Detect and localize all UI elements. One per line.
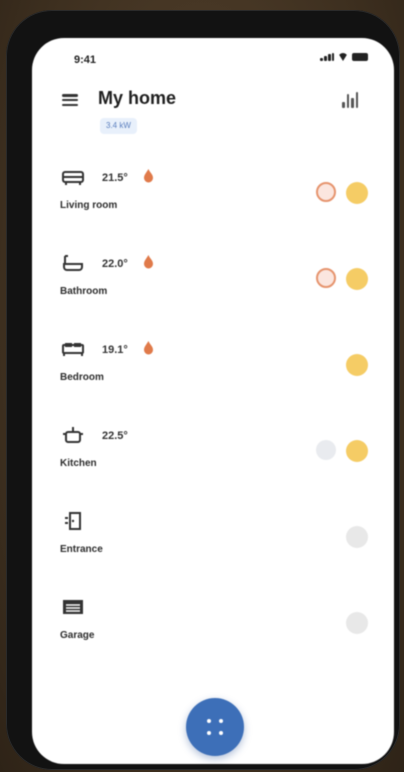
- device-toggle-icon[interactable]: [316, 440, 336, 460]
- room-name: Entrance: [60, 544, 103, 555]
- bar-chart-icon[interactable]: [342, 92, 360, 108]
- room-temperature: 22.0°: [102, 258, 128, 270]
- scenes-fab-button[interactable]: [186, 698, 244, 756]
- signal-icon: [320, 53, 334, 61]
- room-item-kitchen[interactable]: 22.5° Kitchen: [32, 420, 394, 506]
- light-bulb-toggle-icon[interactable]: [346, 612, 368, 634]
- room-name: Garage: [60, 630, 95, 641]
- room-temperature: 19.1°: [102, 344, 128, 356]
- fire-alert-toggle-icon[interactable]: [316, 182, 336, 202]
- wifi-icon: [338, 53, 348, 61]
- grid-dots-icon: [207, 719, 223, 735]
- app-screen: 9:41 My home 3.4 kW 21.5° Living room 22.0…: [32, 38, 394, 764]
- room-name: Bathroom: [60, 286, 108, 297]
- room-temperature: 22.5°: [102, 430, 128, 442]
- hamburger-menu-icon[interactable]: [62, 94, 78, 106]
- header: My home 3.4 kW: [32, 82, 394, 142]
- bathtub-icon: [62, 254, 84, 272]
- fire-alert-toggle-icon[interactable]: [316, 268, 336, 288]
- door-icon: [62, 512, 84, 530]
- status-time: 9:41: [74, 54, 97, 66]
- room-item-living-room[interactable]: 21.5° Living room: [32, 162, 394, 248]
- energy-badge: 3.4 kW: [100, 118, 137, 134]
- status-bar: 9:41: [32, 38, 394, 78]
- garage-icon: [62, 598, 84, 616]
- phone-frame: 9:41 My home 3.4 kW 21.5° Living room 22.0…: [6, 10, 400, 770]
- light-bulb-toggle-icon[interactable]: [346, 440, 368, 462]
- room-item-bedroom[interactable]: 19.1° Bedroom: [32, 334, 394, 420]
- heating-flame-icon: [144, 169, 153, 183]
- bed-icon: [62, 340, 84, 358]
- room-list: 21.5° Living room 22.0° Bathroom 19.1° Bedroo…: [32, 162, 394, 678]
- room-name: Bedroom: [60, 372, 104, 383]
- page-title: My home: [98, 88, 177, 108]
- room-name: Kitchen: [60, 458, 97, 469]
- battery-icon: [352, 53, 368, 61]
- light-bulb-toggle-icon[interactable]: [346, 354, 368, 376]
- system-icons: [320, 53, 368, 61]
- heating-flame-icon: [144, 341, 153, 355]
- sofa-icon: [62, 168, 84, 186]
- cooking-pot-icon: [62, 426, 84, 444]
- light-bulb-toggle-icon[interactable]: [346, 526, 368, 548]
- room-item-garage[interactable]: Garage: [32, 592, 394, 678]
- room-item-entrance[interactable]: Entrance: [32, 506, 394, 592]
- light-bulb-toggle-icon[interactable]: [346, 268, 368, 290]
- room-item-bathroom[interactable]: 22.0° Bathroom: [32, 248, 394, 334]
- heating-flame-icon: [144, 255, 153, 269]
- room-temperature: 21.5°: [102, 172, 128, 184]
- room-name: Living room: [60, 200, 118, 211]
- light-bulb-toggle-icon[interactable]: [346, 182, 368, 204]
